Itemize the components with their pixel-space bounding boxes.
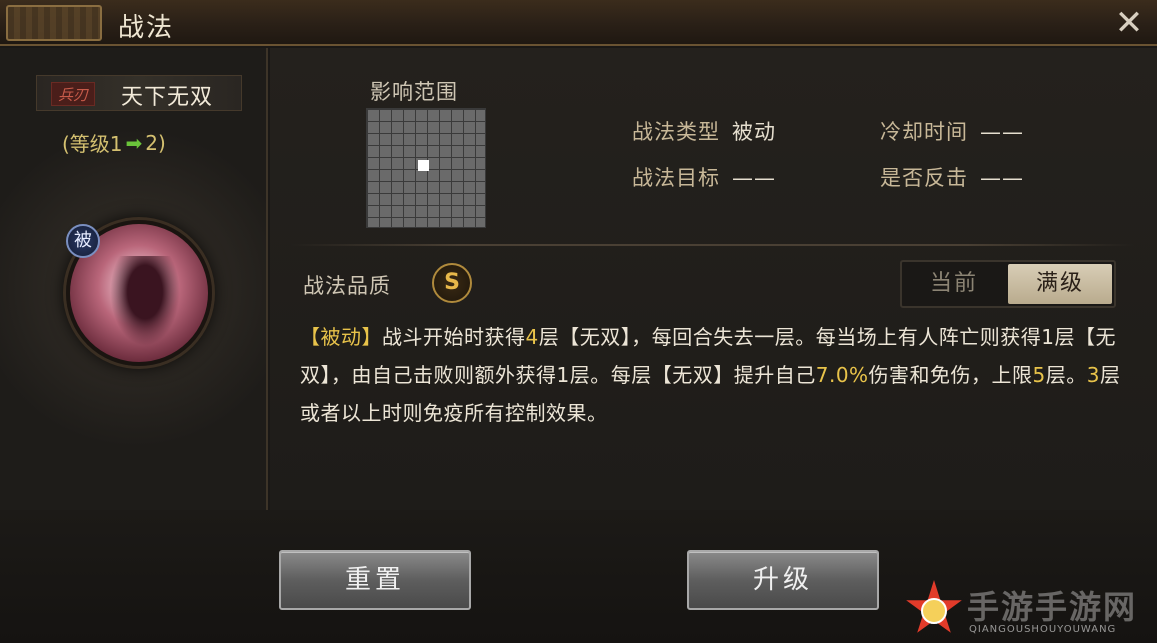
info-value: ——: [980, 120, 1024, 144]
skill-level: (等级1 ➡ 2): [62, 128, 166, 157]
info-key: 冷却时间: [880, 120, 968, 144]
info-value: ——: [732, 166, 776, 190]
desc-number: 5: [1032, 363, 1046, 387]
mascot-face-icon: [921, 598, 947, 624]
divider: [290, 244, 1135, 246]
skill-summary-panel: 兵刃 天下无双 (等级1 ➡ 2) 被: [0, 48, 268, 510]
info-skill-target: 战法目标 ——: [632, 162, 776, 192]
skill-name: 天下无双: [121, 85, 214, 110]
info-key: 战法类型: [632, 120, 720, 144]
window-title: 战法: [118, 13, 175, 43]
toggle-current[interactable]: 当前: [902, 262, 1006, 306]
watermark-subtext: QIANGOUSHOUYOUWANG: [969, 624, 1117, 635]
watermark-logo: 手游手游网 QIANGOUSHOUYOUWANG: [905, 580, 1153, 640]
info-value: 被动: [732, 120, 776, 144]
desc-text: 战斗开始时获得: [382, 325, 526, 349]
quality-label: 战法品质: [303, 274, 391, 298]
arrow-right-icon: ➡: [125, 130, 143, 155]
level-from: (等级1: [62, 132, 123, 156]
title-bar: 战法 ✕: [0, 0, 1157, 46]
range-label: 影响范围: [370, 80, 458, 104]
skill-type-tag: 兵刃: [51, 82, 96, 106]
info-key: 战法目标: [632, 166, 720, 190]
upgrade-button[interactable]: 升级: [687, 550, 879, 610]
info-counterattack: 是否反击 ——: [880, 162, 1024, 192]
info-skill-type: 战法类型 被动: [632, 116, 776, 146]
skill-detail-panel: 影响范围 战法类型 被动 战法目标 —— 冷却时间 —— 是否反击 —— 战法品质 S …: [270, 48, 1157, 510]
desc-tag: 【被动】: [300, 325, 382, 349]
info-cooldown: 冷却时间 ——: [880, 116, 1024, 146]
level-view-toggle: 当前 满级: [900, 260, 1116, 308]
desc-number: 3: [1086, 363, 1101, 387]
portrait-figure: [110, 256, 180, 346]
range-grid: [366, 108, 486, 228]
reset-button[interactable]: 重置: [279, 550, 471, 610]
info-key: 是否反击: [880, 166, 968, 190]
quality-badge: S: [432, 263, 472, 303]
toggle-max-level[interactable]: 满级: [1008, 264, 1112, 304]
info-value: ——: [980, 166, 1024, 190]
range-center-cell: [418, 160, 429, 171]
skill-name-box: 兵刃 天下无双: [36, 75, 242, 111]
watermark-text: 手游手游网: [967, 588, 1138, 626]
passive-badge: 被: [66, 224, 100, 258]
level-to: 2): [145, 130, 166, 155]
desc-text: 层。: [1045, 363, 1087, 387]
desc-number: 4: [525, 325, 539, 349]
title-ornament: [6, 5, 102, 41]
skill-description: 【被动】战斗开始时获得4层【无双】，每回合失去一层。每当场上有人阵亡则获得1层【…: [300, 318, 1140, 432]
desc-text: 伤害和免伤，上限: [868, 363, 1033, 387]
desc-number: 7.0%: [815, 363, 869, 387]
close-icon[interactable]: ✕: [1109, 4, 1149, 42]
